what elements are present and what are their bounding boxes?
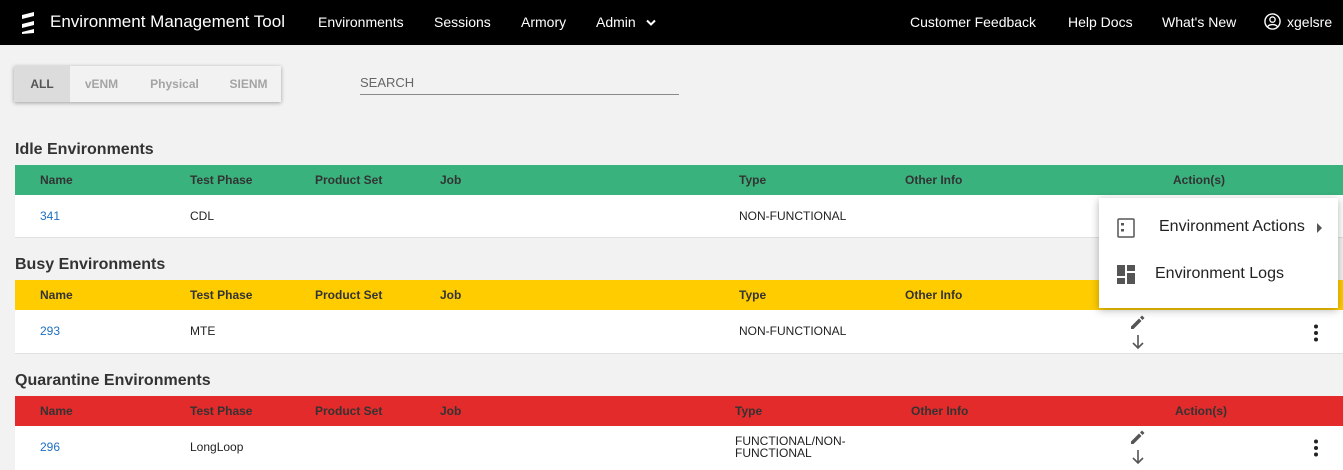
environment-actions-menu: Environment Actions Environment Logs <box>1099 198 1338 308</box>
section-title-idle: Idle Environments <box>15 141 154 158</box>
col-type: Type <box>735 404 763 418</box>
col-product-set: Product Set <box>315 404 383 418</box>
col-job: Job <box>440 173 462 187</box>
col-test-phase: Test Phase <box>190 173 253 187</box>
section-title-busy: Busy Environments <box>15 256 166 273</box>
arrow-down-icon[interactable] <box>1130 334 1146 350</box>
filter-tab-sienm[interactable]: SIENM <box>216 66 281 102</box>
col-other-info: Other Info <box>905 173 963 187</box>
table-row: 296 LongLoop FUNCTIONAL/NON- FUNCTIONAL <box>15 426 1343 470</box>
col-actions: Action(s) <box>1173 173 1225 187</box>
nav-help-docs[interactable]: Help Docs <box>1068 14 1133 30</box>
top-navigation-bar: Environment Management Tool Environments… <box>0 0 1343 45</box>
col-type: Type <box>739 173 767 187</box>
pencil-icon[interactable] <box>1129 428 1147 446</box>
type-cell-line2: FUNCTIONAL <box>735 446 812 460</box>
table-header-quarantine: Name Test Phase Product Set Job Type Oth… <box>15 396 1343 426</box>
nav-environments[interactable]: Environments <box>318 14 404 30</box>
col-type: Type <box>739 288 767 302</box>
pencil-icon[interactable] <box>1129 313 1147 331</box>
menu-item-environment-logs[interactable]: Environment Logs <box>1099 252 1338 298</box>
nav-admin-dropdown[interactable]: Admin <box>596 14 656 30</box>
type-cell: NON-FUNCTIONAL <box>739 209 847 223</box>
arrow-down-icon[interactable] <box>1130 449 1146 465</box>
menu-item-environment-actions[interactable]: Environment Actions <box>1099 205 1338 251</box>
col-product-set: Product Set <box>315 173 383 187</box>
nav-armory[interactable]: Armory <box>521 14 566 30</box>
section-title-quarantine: Quarantine Environments <box>15 372 211 389</box>
search-input[interactable] <box>360 70 679 95</box>
col-name: Name <box>40 404 73 418</box>
menu-item-label: Environment Actions <box>1159 218 1305 235</box>
type-cell: NON-FUNCTIONAL <box>739 324 847 338</box>
col-job: Job <box>440 288 462 302</box>
env-name-link[interactable]: 296 <box>40 440 60 454</box>
filter-tab-physical[interactable]: Physical <box>133 66 216 102</box>
test-phase-cell: CDL <box>190 209 215 223</box>
test-phase-cell: MTE <box>190 324 216 338</box>
col-other-info: Other Info <box>911 404 969 418</box>
table-header-idle: Name Test Phase Product Set Job Type Oth… <box>15 165 1343 195</box>
col-job: Job <box>440 404 462 418</box>
table-row: 293 MTE NON-FUNCTIONAL <box>15 310 1343 354</box>
nav-sessions[interactable]: Sessions <box>434 14 491 30</box>
col-other-info: Other Info <box>905 288 963 302</box>
filter-tab-all[interactable]: ALL <box>14 66 70 102</box>
col-name: Name <box>40 288 73 302</box>
more-vert-icon[interactable] <box>1313 324 1319 342</box>
env-name-link[interactable]: 341 <box>40 209 60 223</box>
nav-customer-feedback[interactable]: Customer Feedback <box>910 14 1036 30</box>
menu-item-label: Environment Logs <box>1155 265 1284 282</box>
col-actions: Action(s) <box>1175 404 1227 418</box>
chevron-down-icon <box>645 20 656 27</box>
col-test-phase: Test Phase <box>190 288 253 302</box>
test-phase-cell: LongLoop <box>190 440 244 454</box>
nav-admin-label: Admin <box>596 14 636 30</box>
environment-type-filter: ALL vENM Physical SIENM <box>14 66 281 102</box>
ericsson-logo-icon[interactable] <box>19 12 37 34</box>
col-test-phase: Test Phase <box>190 404 253 418</box>
col-name: Name <box>40 173 73 187</box>
chevron-right-icon <box>1317 223 1322 233</box>
app-title[interactable]: Environment Management Tool <box>50 12 285 32</box>
account-circle-icon[interactable] <box>1264 13 1281 30</box>
env-name-link[interactable]: 293 <box>40 324 60 338</box>
user-name[interactable]: xgelsre <box>1287 14 1332 30</box>
nav-whats-new[interactable]: What's New <box>1162 14 1236 30</box>
list-icon <box>1117 218 1135 238</box>
dashboard-icon <box>1117 265 1135 284</box>
col-product-set: Product Set <box>315 288 383 302</box>
more-vert-icon[interactable] <box>1313 439 1319 457</box>
filter-tab-venm[interactable]: vENM <box>70 66 133 102</box>
